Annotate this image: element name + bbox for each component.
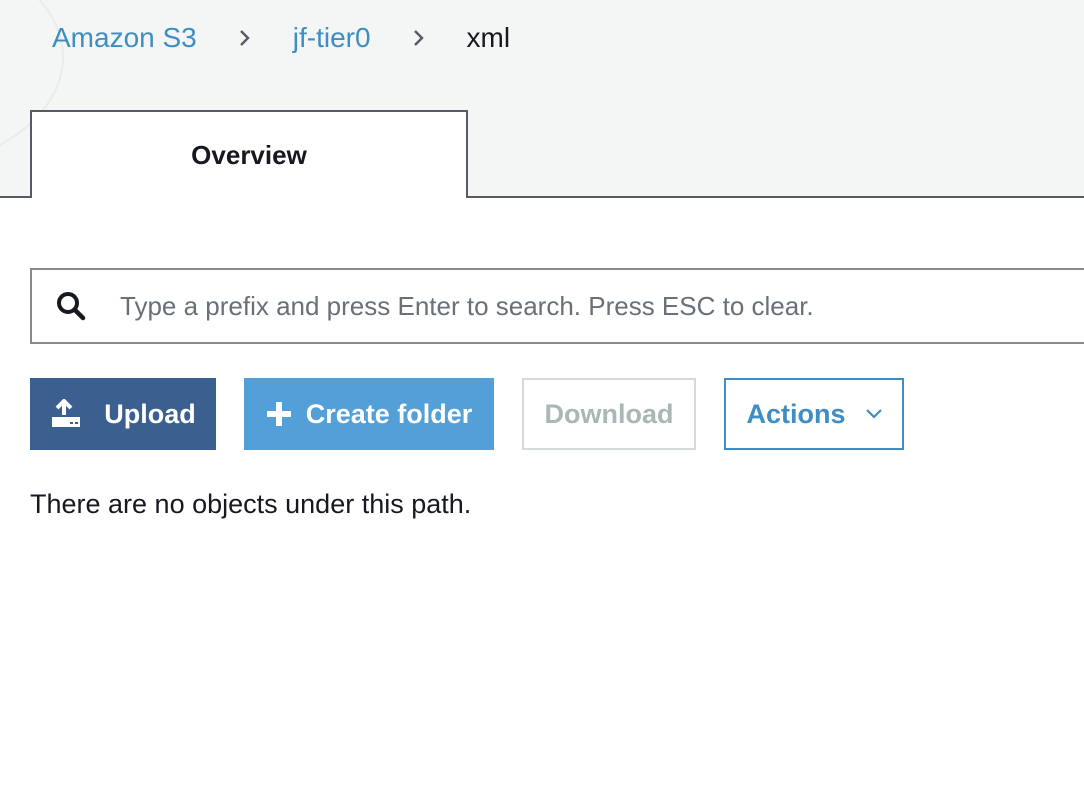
breadcrumb-amazon-s3-link[interactable]: Amazon S3: [52, 22, 197, 54]
actions-button-label: Actions: [746, 398, 846, 429]
chevron-down-icon: [865, 409, 882, 419]
tab-overview[interactable]: Overview: [30, 110, 468, 198]
upload-icon: [50, 399, 82, 429]
breadcrumb-bucket-link[interactable]: jf-tier0: [293, 22, 371, 54]
chevron-right-icon: [237, 30, 253, 46]
breadcrumb-current-folder: xml: [466, 22, 511, 53]
upload-button-label: Upload: [104, 398, 196, 429]
search-icon: [54, 289, 88, 323]
actions-button[interactable]: Actions: [724, 378, 904, 450]
chevron-right-icon: [411, 30, 427, 46]
create-folder-button-label: Create folder: [305, 398, 473, 429]
create-folder-button[interactable]: Create folder: [244, 378, 494, 450]
upload-button[interactable]: Upload: [30, 378, 216, 450]
search-input[interactable]: [120, 290, 1084, 322]
download-button[interactable]: Download: [522, 378, 696, 450]
breadcrumb: Amazon S3 jf-tier0 xml: [52, 18, 510, 58]
download-button-label: Download: [544, 398, 674, 429]
search-box: [30, 268, 1084, 344]
empty-state-message: There are no objects under this path.: [30, 489, 472, 519]
plus-icon: [266, 401, 292, 427]
